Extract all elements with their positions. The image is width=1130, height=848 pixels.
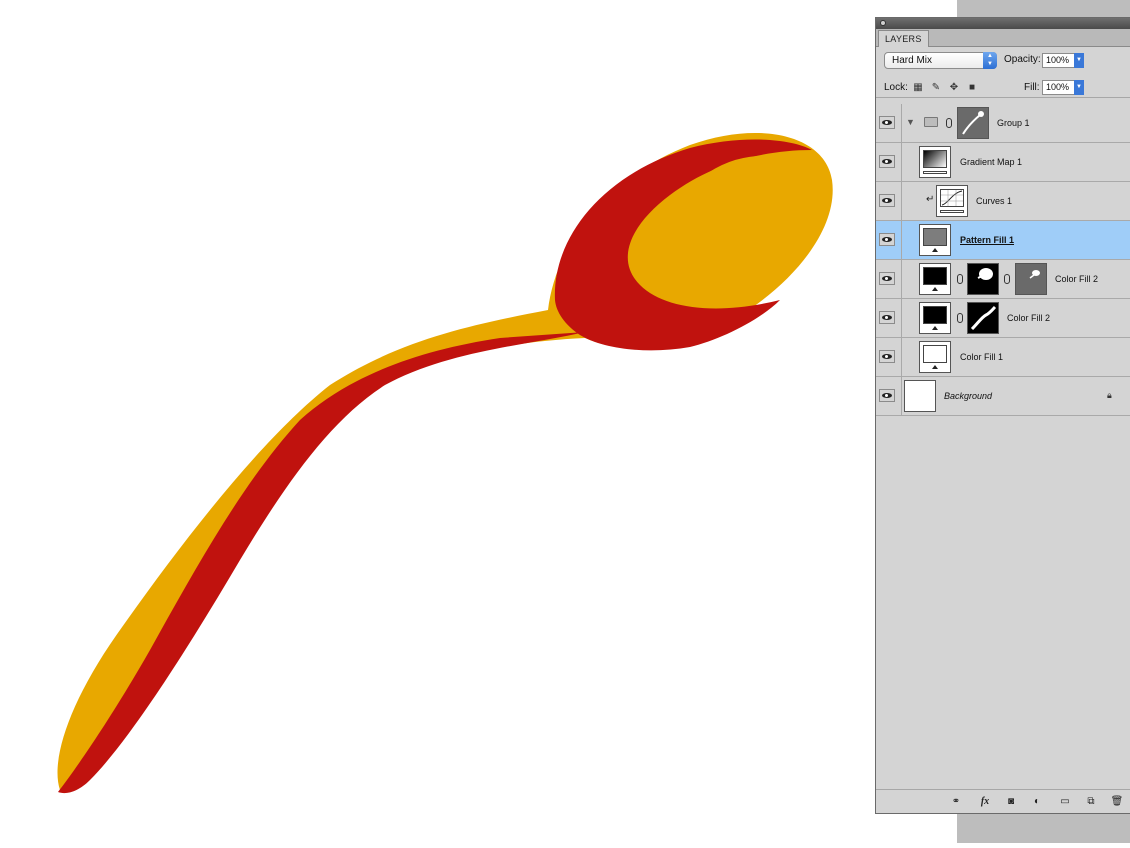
divider: [901, 338, 902, 376]
layer-row[interactable]: Gradient Map 1: [876, 143, 1130, 182]
select-arrows-icon: ▲ ▼: [983, 52, 997, 69]
add-mask-icon[interactable]: ◙: [1004, 795, 1018, 808]
layer-row[interactable]: Color Fill 2: [876, 299, 1130, 338]
divider: [901, 182, 902, 220]
folder-icon: [924, 117, 938, 127]
opacity-field[interactable]: 100% ▼: [1042, 53, 1084, 68]
fill-value: 100%: [1046, 82, 1070, 92]
curves-thumbnail[interactable]: [936, 185, 968, 217]
document-canvas[interactable]: [0, 0, 875, 843]
clipping-arrow-icon: ↵: [926, 194, 935, 205]
fill-field[interactable]: 100% ▼: [1042, 80, 1084, 95]
mask-link-icon[interactable]: [1004, 274, 1010, 284]
layer-row[interactable]: Color Fill 1: [876, 338, 1130, 377]
visibility-eye-icon[interactable]: [879, 233, 895, 246]
background-thumbnail[interactable]: [904, 380, 936, 412]
layer-mask-thumbnail[interactable]: [967, 302, 999, 334]
gradient-map-thumbnail[interactable]: [919, 146, 951, 178]
mask-link-icon[interactable]: [957, 274, 963, 284]
layer-mask-thumbnail[interactable]: [967, 263, 999, 295]
mask-link-icon[interactable]: [946, 118, 952, 128]
vector-mask-thumbnail[interactable]: [1015, 263, 1047, 295]
close-panel-icon[interactable]: [880, 20, 886, 26]
panel-titlebar[interactable]: [876, 18, 1130, 29]
trash-icon[interactable]: 🗑︎: [1110, 795, 1124, 808]
fill-dropdown-icon[interactable]: ▼: [1074, 80, 1084, 95]
visibility-eye-icon[interactable]: [879, 194, 895, 207]
lock-icon: 🔒︎: [1107, 390, 1112, 400]
color-fill-thumbnail[interactable]: [919, 341, 951, 373]
lock-position-icon[interactable]: ✥: [948, 82, 960, 94]
spoon-artwork: [57, 132, 833, 794]
divider: [901, 377, 902, 415]
visibility-eye-icon[interactable]: [879, 389, 895, 402]
fx-icon[interactable]: fx: [976, 795, 994, 808]
visibility-eye-icon[interactable]: [879, 311, 895, 324]
layer-name: Color Fill 2: [1007, 313, 1051, 323]
lock-pixels-icon[interactable]: ✎: [930, 82, 942, 94]
visibility-eye-icon[interactable]: [879, 272, 895, 285]
layer-name: Group 1: [997, 118, 1030, 128]
opacity-dropdown-icon[interactable]: ▼: [1074, 53, 1084, 68]
layer-name: Color Fill 1: [960, 352, 1004, 362]
new-layer-icon[interactable]: ⧉: [1084, 795, 1098, 808]
layer-name: Pattern Fill 1: [960, 235, 1015, 245]
layer-row[interactable]: ↵ Curves 1: [876, 182, 1130, 221]
adjustment-layer-icon[interactable]: ◐: [1030, 795, 1044, 808]
layer-row-selected[interactable]: Pattern Fill 1: [876, 221, 1130, 260]
layers-panel: LAYERS Hard Mix ▲ ▼ Opacity: 100% ▼ Lock:…: [875, 17, 1130, 814]
layer-name: Curves 1: [976, 196, 1013, 206]
opacity-value: 100%: [1046, 55, 1070, 65]
panel-bottom-toolbar: ⚭ fx ◙ ◐ ▭ ⧉ 🗑︎: [876, 789, 1130, 813]
divider: [901, 143, 902, 181]
visibility-eye-icon[interactable]: [879, 350, 895, 363]
group-mask-thumbnail[interactable]: [957, 107, 989, 139]
layer-row[interactable]: Background 🔒︎: [876, 377, 1130, 416]
new-group-icon[interactable]: ▭: [1058, 795, 1072, 808]
tab-layers[interactable]: LAYERS: [878, 30, 929, 47]
layer-name: Background: [944, 391, 993, 401]
fill-label: Fill:: [1024, 82, 1040, 93]
mask-link-icon[interactable]: [957, 313, 963, 323]
color-fill-thumbnail[interactable]: [919, 302, 951, 334]
blend-mode-value: Hard Mix: [892, 55, 933, 66]
divider: [901, 104, 902, 142]
pattern-fill-thumbnail[interactable]: [919, 224, 951, 256]
blend-mode-select[interactable]: Hard Mix ▲ ▼: [884, 52, 997, 69]
lock-label: Lock:: [884, 82, 908, 93]
opacity-label: Opacity:: [1004, 54, 1041, 65]
lock-all-icon[interactable]: ■: [966, 82, 978, 94]
layer-name: Color Fill 2: [1055, 274, 1099, 284]
divider: [901, 299, 902, 337]
layer-name: Gradient Map 1: [960, 157, 1023, 167]
layer-row[interactable]: Color Fill 2: [876, 260, 1130, 299]
lock-transparency-icon[interactable]: ▦: [912, 82, 924, 94]
layer-row[interactable]: ▼ Group 1: [876, 104, 1130, 143]
link-layers-icon[interactable]: ⚭: [946, 795, 966, 808]
blend-opacity-row: Hard Mix ▲ ▼ Opacity: 100% ▼: [876, 50, 1130, 72]
lock-fill-row: Lock: ▦ ✎ ✥ ■ Fill: 100% ▼: [876, 78, 1130, 98]
visibility-eye-icon[interactable]: [879, 155, 895, 168]
color-fill-thumbnail[interactable]: [919, 263, 951, 295]
visibility-eye-icon[interactable]: [879, 116, 895, 129]
divider: [901, 221, 902, 259]
divider: [901, 260, 902, 298]
expand-triangle-icon[interactable]: ▼: [906, 117, 915, 127]
panel-tab-row: LAYERS: [876, 29, 1130, 47]
